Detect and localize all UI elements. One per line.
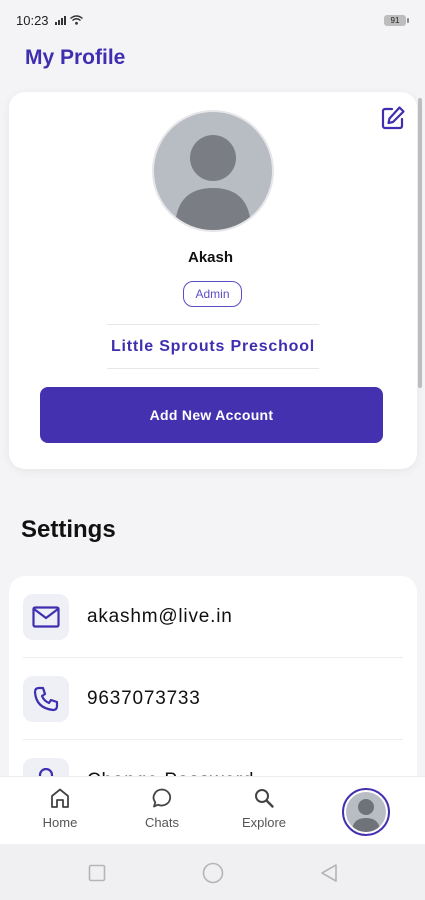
email-value: akashm@live.in: [87, 605, 233, 627]
recents-button[interactable]: [86, 862, 108, 884]
signal-icon: [54, 15, 66, 25]
edit-profile-button[interactable]: [379, 104, 407, 132]
home-system-button[interactable]: [202, 862, 224, 884]
phone-value: 9637073733: [87, 687, 201, 709]
battery-level: 91: [384, 14, 406, 26]
nav-explore[interactable]: Explore: [224, 785, 304, 837]
settings-card: akashm@live.in 9637073733 Change Passwor…: [9, 576, 417, 786]
settings-item-phone[interactable]: 9637073733: [23, 658, 403, 740]
mail-icon: [23, 593, 69, 640]
chat-icon: [149, 785, 175, 811]
settings-title: Settings: [21, 516, 116, 543]
status-time: 10:23: [16, 12, 49, 28]
nav-chats[interactable]: Chats: [122, 785, 202, 837]
page-title: My Profile: [25, 46, 126, 69]
back-button[interactable]: [318, 862, 340, 884]
nav-home-label: Home: [42, 815, 78, 830]
avatar: [346, 792, 386, 832]
nav-home[interactable]: Home: [20, 785, 100, 837]
scrollbar[interactable]: [418, 98, 422, 388]
battery-icon: 91: [384, 14, 409, 26]
home-icon: [47, 785, 73, 811]
triangle-back-icon: [321, 864, 337, 882]
square-icon: [88, 864, 106, 882]
system-nav-bar: [0, 844, 425, 900]
phone-icon: [23, 675, 69, 722]
school-section: Little Sprouts Preschool: [107, 324, 319, 369]
role-badge: Admin: [183, 281, 242, 307]
settings-item-email[interactable]: akashm@live.in: [23, 576, 403, 658]
bottom-nav: Home Chats Explore: [0, 776, 425, 844]
nav-chats-label: Chats: [145, 815, 179, 830]
edit-icon: [381, 106, 405, 130]
nav-profile-avatar[interactable]: [342, 788, 390, 836]
circle-icon: [202, 862, 224, 884]
user-silhouette-icon: [175, 135, 251, 230]
nav-explore-label: Explore: [241, 815, 287, 830]
wifi-icon: [69, 13, 83, 28]
profile-avatar[interactable]: [152, 110, 274, 232]
search-icon: [251, 785, 277, 811]
school-name: Little Sprouts Preschool: [110, 337, 316, 355]
profile-card: Akash Admin Little Sprouts Preschool Add…: [9, 92, 417, 469]
add-new-account-button[interactable]: Add New Account: [40, 387, 383, 443]
status-bar: 10:23 91: [0, 0, 425, 40]
profile-name: Akash: [187, 249, 234, 266]
